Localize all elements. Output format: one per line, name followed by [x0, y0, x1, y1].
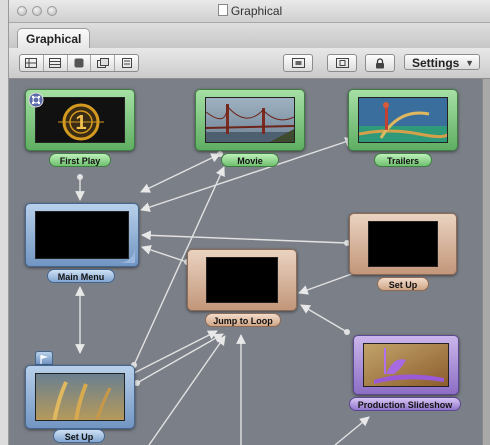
trailers-thumbnail[interactable] — [348, 89, 458, 151]
production-slideshow-label: Production Slideshow — [349, 397, 461, 411]
tab-graphical[interactable]: Graphical — [17, 28, 91, 49]
first-play-flag-icon — [35, 351, 53, 365]
view-button-group — [19, 54, 139, 72]
window-title-container: Graphical — [9, 4, 490, 18]
tab-bar: Graphical — [9, 23, 490, 49]
link-mainmenu-jumptoloop — [141, 245, 188, 263]
first-play-badge-icon — [28, 92, 44, 108]
link-mainmenu-movie — [140, 153, 221, 193]
script-view-icon[interactable] — [115, 55, 138, 71]
first-play-label: First Play — [49, 153, 111, 167]
movie-thumbnail[interactable] — [195, 89, 305, 151]
title-bar: Graphical — [9, 0, 490, 23]
jump-script-thumbnail — [206, 257, 278, 303]
fit-view-icon[interactable] — [283, 54, 313, 72]
main-menu-thumbnail[interactable] — [25, 203, 139, 267]
graphical-window: Graphical Graphical Settings ▼ 1 First P… — [8, 0, 490, 445]
jump-to-loop-label: Jump to Loop — [205, 313, 281, 327]
menu-thumbnail — [35, 211, 129, 259]
chevron-down-icon: ▼ — [465, 58, 474, 68]
settings-label: Settings — [412, 56, 460, 70]
menu-corner-icon — [119, 247, 135, 263]
link-jumptoloop-setupright — [298, 271, 358, 295]
set-up-right-thumbnail[interactable] — [349, 213, 457, 275]
document-icon — [217, 4, 228, 16]
set-up-bottom-thumbnail[interactable] — [25, 365, 135, 429]
link-mainmenu-setupright — [141, 230, 348, 244]
list-view-icon[interactable] — [44, 55, 68, 71]
wheat-thumbnail — [35, 373, 125, 421]
set-up-right-label: Set Up — [377, 277, 429, 291]
first-play-thumbnail[interactable]: 1 — [25, 89, 135, 151]
movie-label: Movie — [221, 153, 279, 167]
film-leader-icon: 1 — [35, 97, 125, 143]
toolbar: Settings ▼ — [9, 48, 490, 79]
bridge-thumbnail — [205, 97, 295, 143]
lock-icon[interactable] — [365, 54, 395, 72]
set-up-bottom-label: Set Up — [53, 429, 105, 443]
menu-view-icon[interactable] — [68, 55, 92, 71]
trailers-label: Trailers — [374, 153, 432, 167]
jump-to-loop-thumbnail[interactable] — [187, 249, 297, 311]
window-title: Graphical — [230, 4, 283, 18]
link-bottom-slideshow — [334, 416, 370, 445]
main-menu-label: Main Menu — [47, 269, 115, 283]
slideshow-thumbnail — [363, 343, 449, 387]
grid-view-icon[interactable] — [20, 55, 44, 71]
graphical-canvas[interactable]: 1 First Play Movie Trailers Main Menu Se… — [9, 79, 490, 445]
link-bottom-jumptoloop-a — [148, 335, 226, 445]
slideshow-view-icon[interactable] — [91, 55, 116, 71]
script-thumbnail — [368, 221, 438, 267]
production-slideshow-thumbnail[interactable] — [353, 335, 459, 395]
leader-number: 1 — [75, 112, 86, 134]
zoom-view-icon[interactable] — [327, 54, 357, 72]
trailers-thumbnail-image — [358, 97, 448, 143]
vertical-scrollbar[interactable] — [482, 79, 490, 445]
settings-popup-button[interactable]: Settings ▼ — [404, 54, 480, 70]
link-slideshow-jumptoloop — [300, 304, 348, 333]
